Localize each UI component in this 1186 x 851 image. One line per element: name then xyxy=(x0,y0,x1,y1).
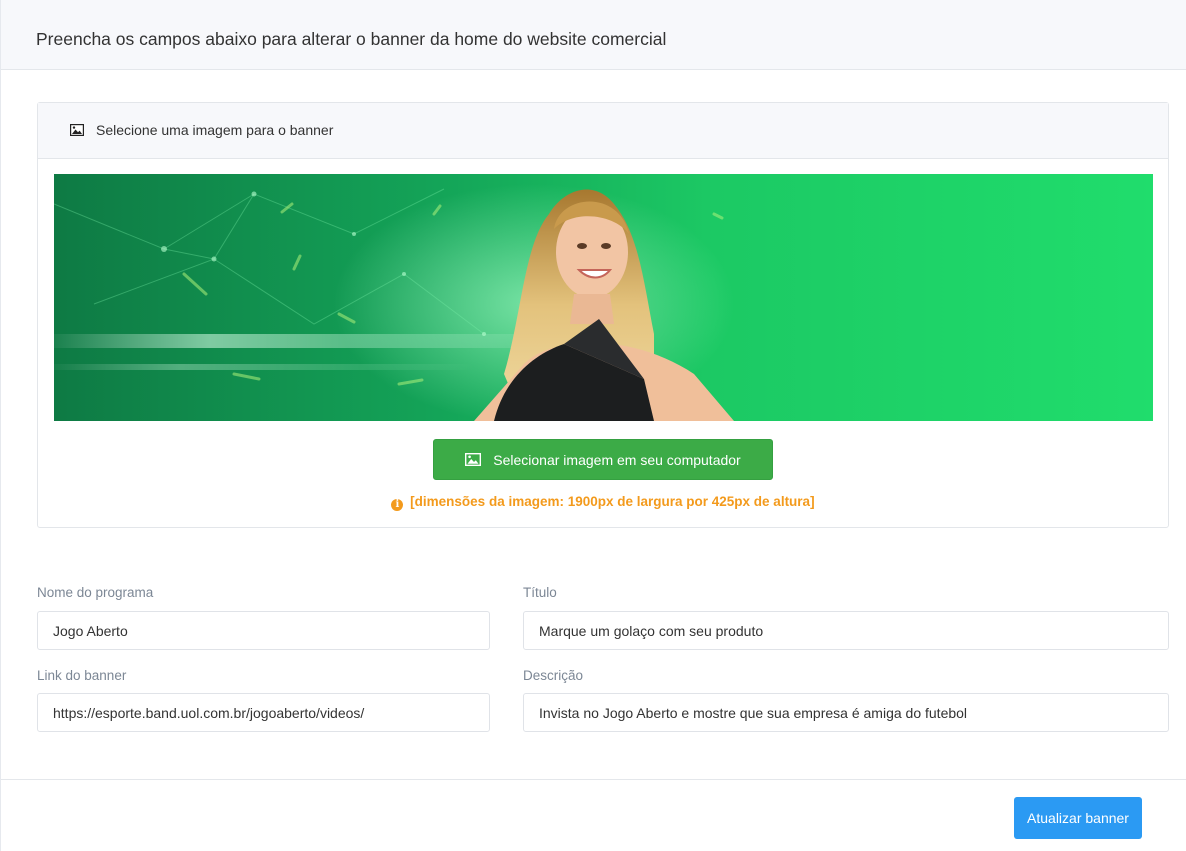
form-footer: Atualizar banner xyxy=(1,779,1186,851)
page-instruction: Preencha os campos abaixo para alterar o… xyxy=(36,29,667,49)
page-header: Preencha os campos abaixo para alterar o… xyxy=(1,0,1186,70)
title-input[interactable] xyxy=(523,611,1169,650)
description-label: Descrição xyxy=(523,668,584,683)
banner-preview-image xyxy=(54,174,1153,421)
image-icon xyxy=(70,124,84,136)
image-dimensions-note: i [dimensões da imagem: 1900px de largur… xyxy=(38,494,1168,511)
info-circle-icon: i xyxy=(391,499,404,511)
select-image-button[interactable]: Selecionar imagem em seu computador xyxy=(433,439,773,480)
update-banner-button[interactable]: Atualizar banner xyxy=(1014,797,1142,839)
title-label: Título xyxy=(523,585,557,600)
description-input[interactable] xyxy=(523,693,1169,732)
banner-link-label: Link do banner xyxy=(37,668,127,683)
image-dimensions-text: [dimensões da imagem: 1900px de largura … xyxy=(410,494,815,509)
image-card-title: Selecione uma imagem para o banner xyxy=(96,122,334,138)
image-card-header: Selecione uma imagem para o banner xyxy=(38,103,1168,159)
banner-link-input[interactable] xyxy=(37,693,490,732)
banner-edit-page: Preencha os campos abaixo para alterar o… xyxy=(0,0,1186,851)
program-name-input[interactable] xyxy=(37,611,490,650)
image-icon xyxy=(465,453,482,466)
program-name-label: Nome do programa xyxy=(37,585,154,600)
banner-image-card: Selecione uma imagem para o banner Selec… xyxy=(37,102,1169,528)
select-image-button-label: Selecionar imagem em seu computador xyxy=(493,451,741,468)
